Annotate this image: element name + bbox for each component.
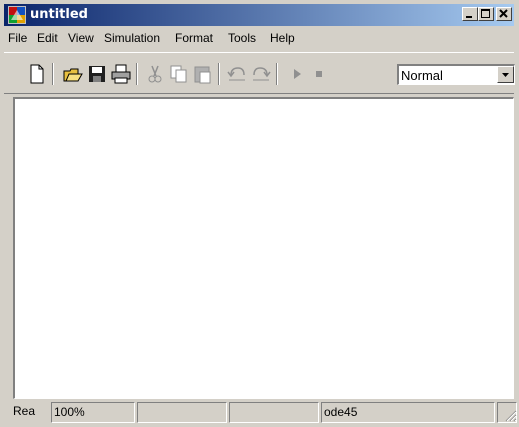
undo-button[interactable] — [226, 63, 248, 85]
maximize-button[interactable] — [478, 7, 494, 21]
chevron-down-icon — [502, 73, 509, 77]
close-button[interactable] — [496, 7, 512, 21]
print-button[interactable] — [110, 63, 132, 85]
title-bar[interactable]: untitled — [4, 4, 514, 26]
open-button[interactable] — [62, 63, 84, 85]
toolbar-separator — [218, 63, 220, 85]
menu-file[interactable]: File — [8, 31, 27, 45]
status-bar: Rea 100% ode45 — [13, 402, 519, 424]
close-icon — [499, 9, 508, 18]
model-canvas[interactable] — [13, 97, 514, 399]
cut-button[interactable] — [144, 63, 166, 85]
paste-button[interactable] — [192, 63, 214, 85]
zoom-level: 100% — [51, 402, 135, 423]
stop-simulation-button[interactable] — [308, 63, 330, 85]
status-field — [137, 402, 227, 423]
menu-bar: File Edit View Simulation Format Tools H… — [4, 28, 514, 48]
simulink-app-icon[interactable] — [8, 6, 26, 24]
status-field — [229, 402, 319, 423]
toolbar-separator — [136, 63, 138, 85]
menu-view[interactable]: View — [68, 31, 94, 45]
save-button[interactable] — [86, 63, 108, 85]
status-text: Rea — [13, 404, 36, 418]
simulink-model-window: untitled File Edit View Simulation Forma… — [0, 0, 519, 427]
simulation-mode-value: Normal — [401, 68, 443, 83]
redo-button[interactable] — [250, 63, 272, 85]
window-title: untitled — [30, 7, 88, 22]
menu-tools[interactable]: Tools — [228, 31, 256, 45]
start-simulation-button[interactable] — [286, 63, 308, 85]
toolbar: Normal — [4, 52, 515, 94]
toolbar-separator — [52, 63, 54, 85]
new-model-button[interactable] — [26, 63, 48, 85]
resize-grip-icon[interactable] — [503, 408, 517, 422]
maximize-icon — [481, 9, 490, 18]
menu-help[interactable]: Help — [270, 31, 295, 45]
minimize-button[interactable] — [462, 7, 478, 21]
copy-button[interactable] — [168, 63, 190, 85]
solver-name: ode45 — [321, 402, 495, 423]
dropdown-arrow-button[interactable] — [497, 66, 514, 83]
toolbar-separator — [276, 63, 278, 85]
minimize-icon — [466, 16, 472, 18]
menu-edit[interactable]: Edit — [37, 31, 58, 45]
menu-simulation[interactable]: Simulation — [104, 31, 160, 45]
menu-format[interactable]: Format — [175, 31, 213, 45]
simulation-mode-select[interactable]: Normal — [397, 64, 515, 85]
